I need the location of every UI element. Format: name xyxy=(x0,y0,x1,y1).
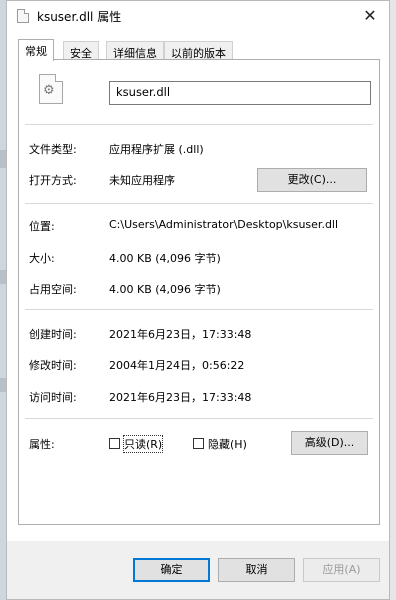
title-bar: ksuser.dll 属性 ✕ xyxy=(7,1,389,31)
cancel-button[interactable]: 取消 xyxy=(218,558,295,582)
created-value: 2021年6月23日，17:33:48 xyxy=(109,328,252,341)
separator xyxy=(25,418,373,419)
size-on-disk-value: 4.00 KB (4,096 字节) xyxy=(109,283,221,296)
created-label: 创建时间: xyxy=(29,328,77,341)
attributes-label: 属性: xyxy=(29,438,55,451)
readonly-label[interactable]: 只读(R) xyxy=(122,435,164,453)
location-label: 位置: xyxy=(29,220,55,233)
tab-general[interactable]: 常规 xyxy=(18,39,54,61)
close-icon[interactable]: ✕ xyxy=(359,5,381,27)
open-with-label: 打开方式: xyxy=(29,174,77,187)
hidden-checkbox[interactable] xyxy=(193,438,204,449)
ok-button[interactable]: 确定 xyxy=(133,558,210,582)
dll-file-icon: ⚙ xyxy=(39,74,63,104)
apply-button[interactable]: 应用(A) xyxy=(303,558,380,582)
file-type-value: 应用程序扩展 (.dll) xyxy=(109,143,204,156)
hidden-label[interactable]: 隐藏(H) xyxy=(208,436,247,452)
open-with-value: 未知应用程序 xyxy=(109,174,175,187)
size-value: 4.00 KB (4,096 字节) xyxy=(109,252,221,265)
properties-dialog: ksuser.dll 属性 ✕ 常规 安全 详细信息 以前的版本 ⚙ ksuse… xyxy=(6,0,390,600)
file-type-label: 文件类型: xyxy=(29,143,77,156)
tab-previous-versions[interactable]: 以前的版本 xyxy=(164,41,233,60)
separator xyxy=(25,124,373,125)
size-on-disk-label: 占用空间: xyxy=(29,283,77,296)
general-tab-panel: ⚙ ksuser.dll 文件类型: 应用程序扩展 (.dll) 打开方式: 未… xyxy=(18,59,380,525)
file-name-input[interactable]: ksuser.dll xyxy=(109,81,371,105)
window-title: ksuser.dll 属性 xyxy=(37,10,122,24)
separator xyxy=(25,203,373,204)
tab-security[interactable]: 安全 xyxy=(63,41,99,60)
readonly-checkbox[interactable] xyxy=(109,438,120,449)
size-label: 大小: xyxy=(29,252,55,265)
modified-label: 修改时间: xyxy=(29,359,77,372)
advanced-button[interactable]: 高级(D)... xyxy=(291,431,368,455)
modified-value: 2004年1月24日，0:56:22 xyxy=(109,359,245,372)
gear-icon: ⚙ xyxy=(43,83,55,98)
file-icon xyxy=(17,9,29,23)
accessed-label: 访问时间: xyxy=(29,391,77,404)
change-button[interactable]: 更改(C)... xyxy=(257,168,367,192)
location-value: C:\Users\Administrator\Desktop\ksuser.dl… xyxy=(109,218,339,231)
accessed-value: 2021年6月23日，17:33:48 xyxy=(109,391,252,404)
separator xyxy=(25,309,373,310)
tab-details[interactable]: 详细信息 xyxy=(106,41,164,60)
